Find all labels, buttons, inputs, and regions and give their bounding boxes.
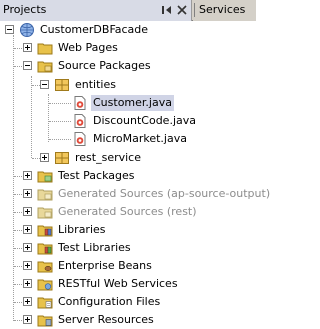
web-services-folder-icon [37,279,53,291]
expand-toggle[interactable] [23,243,32,252]
tree-connector [14,284,22,285]
expand-toggle[interactable] [23,315,32,324]
expand-toggle[interactable] [23,297,32,306]
tab-projects-label: Projects [3,3,47,16]
package-icon [55,79,69,91]
tree-connector [32,85,40,86]
tree-node-enterprise-beans[interactable]: Enterprise Beans [0,257,256,275]
tree-node-label: entities [75,78,116,91]
expand-toggle[interactable] [23,43,32,52]
collapse-toggle[interactable] [5,25,14,34]
server-resources-folder-icon [37,315,53,327]
tree-connector [14,48,22,49]
test-libraries-folder-icon [37,243,53,255]
tree-connector [14,266,22,267]
java-class-file-icon [74,132,86,146]
expand-toggle[interactable] [23,189,32,198]
tree-node-label: Generated Sources (ap-source-output) [58,187,271,200]
tree-connector [14,66,22,67]
tree-node-label: Source Packages [58,59,151,72]
tree-node-label: Server Resources [58,313,154,326]
tree-connector [14,194,22,195]
tree-node-source-packages[interactable]: Source Packages [0,57,256,75]
expand-toggle[interactable] [23,207,32,216]
tree-connector [14,212,22,213]
close-tab-icon[interactable] [176,4,188,16]
tab-projects[interactable]: Projects [0,0,192,21]
tree-node-label: rest_service [75,151,141,164]
tree-connector [32,158,40,159]
source-folder-icon [37,61,53,73]
tree-node-web-pages[interactable]: Web Pages [0,39,256,57]
folder-icon [37,43,53,55]
tree-node-customer-java[interactable]: Customer.java [0,94,256,112]
generated-folder-icon [37,189,53,201]
tree-node-configuration-files[interactable]: Configuration Files [0,293,256,311]
tree-node-label: Libraries [58,223,106,236]
expand-toggle[interactable] [23,261,32,270]
tree-connector [49,103,71,104]
tree-node-label: Customer.java [91,95,174,111]
project-tree: CustomerDBFacade Web Pages Source Packag… [0,21,270,329]
configuration-folder-icon [37,297,53,309]
tree-node-label: Enterprise Beans [58,259,152,272]
expand-toggle[interactable] [40,153,49,162]
generated-folder-icon [37,207,53,219]
tree-node-rest-service[interactable]: rest_service [0,149,256,167]
tree-connector [14,230,22,231]
tree-node-entities[interactable]: entities [0,76,256,94]
tab-services[interactable]: Services [193,0,256,21]
tree-connector [14,248,22,249]
expand-toggle[interactable] [23,225,32,234]
expand-toggle[interactable] [23,171,32,180]
tab-separator [194,3,195,17]
tree-node-label: Test Libraries [58,241,131,254]
package-icon [55,152,69,164]
enterprise-beans-folder-icon [37,261,53,273]
tree-node-label: RESTful Web Services [58,277,178,290]
tab-services-label: Services [199,3,246,16]
tree-node-label: Web Pages [58,41,118,54]
tree-node-generated-sources-rest[interactable]: Generated Sources (rest) [0,203,256,221]
tree-connector [14,176,22,177]
tree-node-project-root[interactable]: CustomerDBFacade [0,21,256,39]
tree-node-discountcode-java[interactable]: DiscountCode.java [0,112,256,130]
web-project-globe-icon [20,23,34,37]
tree-node-generated-sources-ap[interactable]: Generated Sources (ap-source-output) [0,185,270,203]
java-class-file-icon [74,114,86,128]
window-tab-bar: Projects Services [0,0,256,21]
test-folder-icon [37,171,53,183]
expand-toggle[interactable] [23,279,32,288]
tree-node-micromarket-java[interactable]: MicroMarket.java [0,130,256,148]
tree-connector [49,121,71,122]
libraries-folder-icon [37,225,53,237]
tree-connector [14,302,22,303]
tree-connector [14,320,22,321]
tree-node-label: CustomerDBFacade [40,23,149,36]
collapse-toggle[interactable] [23,61,32,70]
tree-connector [49,139,71,140]
tree-node-libraries[interactable]: Libraries [0,221,256,239]
tree-node-label: Test Packages [58,169,135,182]
tree-node-test-libraries[interactable]: Test Libraries [0,239,256,257]
collapse-toggle[interactable] [40,80,49,89]
tree-node-label: MicroMarket.java [93,132,187,145]
java-class-file-icon [74,96,86,110]
tree-node-label: Configuration Files [58,295,161,308]
tree-node-test-packages[interactable]: Test Packages [0,167,256,185]
tree-node-restful-web-services[interactable]: RESTful Web Services [0,275,256,293]
tree-node-server-resources[interactable]: Server Resources [0,311,256,329]
minimize-window-icon[interactable] [161,4,173,16]
tree-node-label: Generated Sources (rest) [58,205,197,218]
tree-node-label: DiscountCode.java [93,114,196,127]
